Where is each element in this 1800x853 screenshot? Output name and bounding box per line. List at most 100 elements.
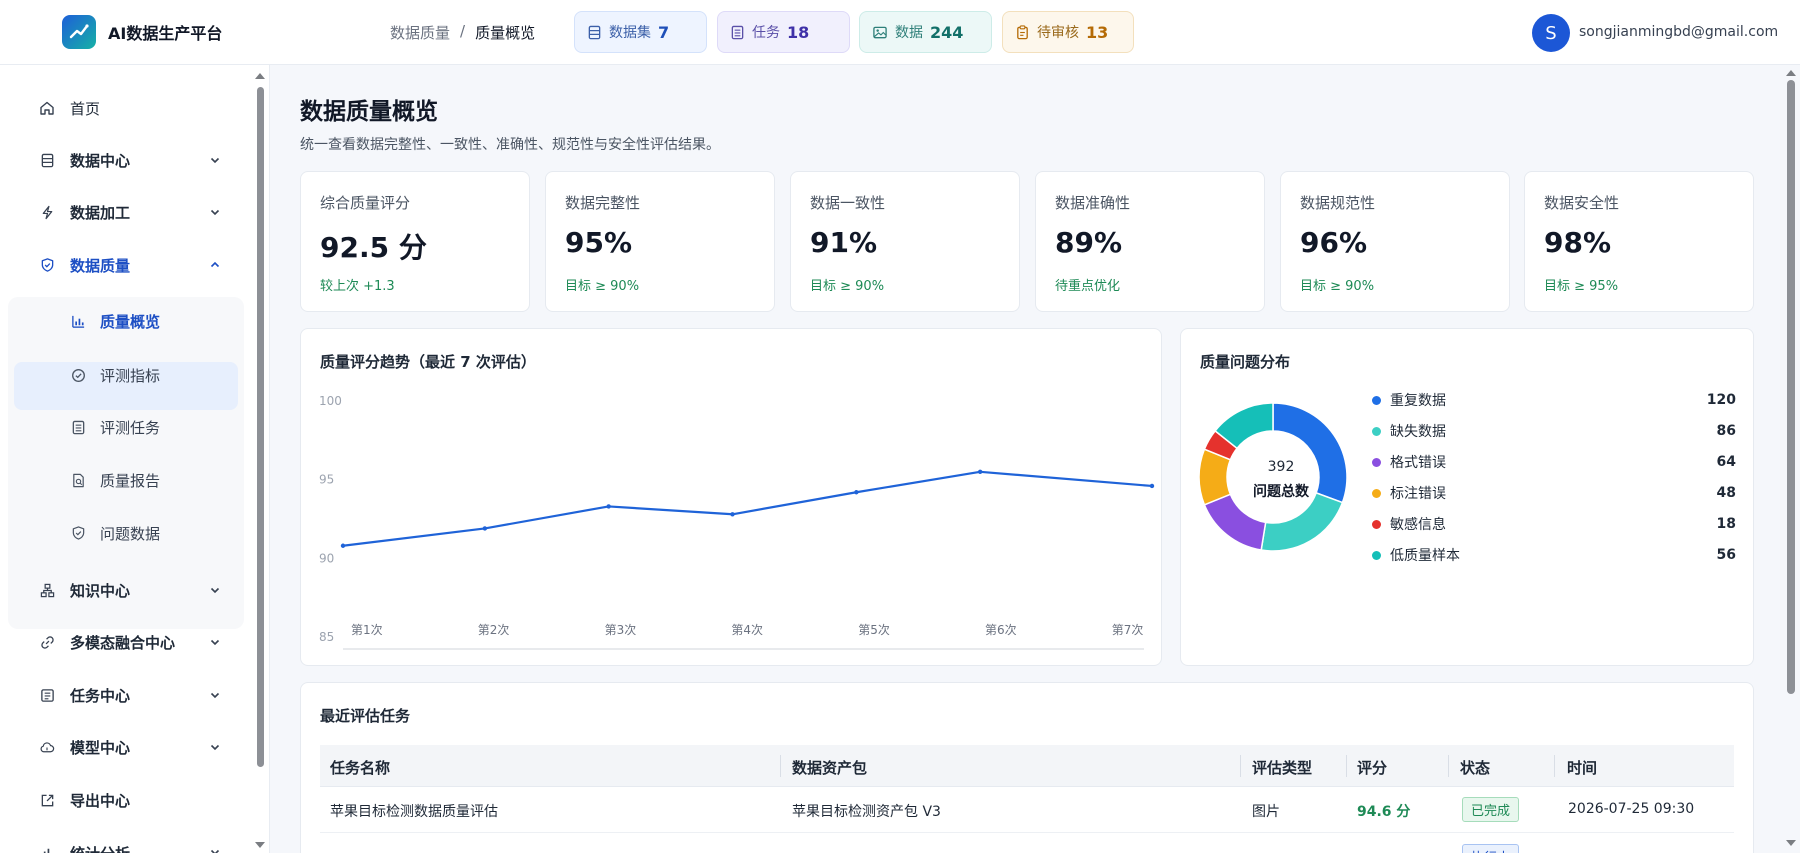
user-avatar[interactable]: S xyxy=(1532,14,1570,52)
cell-asset: 苹果目标检测资产包 V3 xyxy=(792,804,941,820)
trend-logo-icon xyxy=(69,24,89,39)
donut-slice[interactable] xyxy=(1260,491,1344,552)
legend-item-missing[interactable]: 缺失数据 86 xyxy=(1372,421,1736,441)
stat-pill-review[interactable]: 待审核 13 xyxy=(1002,11,1134,53)
x-tick-label: 第3次 xyxy=(605,623,637,637)
x-tick-label: 第1次 xyxy=(351,623,383,637)
legend-item-format[interactable]: 格式错误 64 xyxy=(1372,452,1736,472)
stat-pill-data[interactable]: 数据 244 xyxy=(859,11,992,53)
metric-card-security[interactable]: 数据安全性 98% 目标 ≥ 95% xyxy=(1524,171,1754,312)
sidebar-item-data-quality[interactable]: 数据质量 xyxy=(38,250,228,280)
legend-label: 敏感信息 xyxy=(1390,517,1446,533)
app-name: AI数据生产平台 xyxy=(108,24,223,43)
legend-label: 低质量样本 xyxy=(1390,548,1460,564)
sidebar-item-home[interactable]: 首页 xyxy=(38,93,228,123)
page-title: 数据质量概览 xyxy=(300,99,438,125)
image-icon xyxy=(873,26,887,38)
stat-value: 7 xyxy=(658,22,670,42)
breadcrumb-separator: / xyxy=(460,22,466,40)
sidebar-subitem-eval-tasks[interactable]: 评测任务 xyxy=(70,412,240,442)
legend-value: 56 xyxy=(1716,547,1736,563)
legend-item-sensitive[interactable]: 敏感信息 18 xyxy=(1372,514,1736,534)
metric-card-accuracy[interactable]: 数据准确性 89% 待重点优化 xyxy=(1035,171,1265,312)
column-header-asset[interactable]: 数据资产包 xyxy=(792,757,867,778)
column-header-time[interactable]: 时间 xyxy=(1567,757,1597,778)
cell-score: 94.6 分 xyxy=(1357,804,1411,820)
sidebar-item-data-processing[interactable]: 数据加工 xyxy=(38,197,228,227)
stats-icon xyxy=(43,848,49,853)
sidebar-item-export-center[interactable]: 导出中心 xyxy=(38,785,228,815)
sidebar-item-task-center[interactable]: 任务中心 xyxy=(38,680,228,710)
recent-tasks-title: 最近评估任务 xyxy=(320,707,411,725)
donut-total-value: 392 xyxy=(1267,459,1295,475)
legend-item-low-quality[interactable]: 低质量样本 56 xyxy=(1372,545,1736,565)
metric-label: 数据准确性 xyxy=(1055,194,1131,212)
trend-data-point[interactable] xyxy=(854,490,859,495)
page-subtitle: 统一查看数据完整性、一致性、准确性、规范性与安全性评估结果。 xyxy=(300,137,720,153)
sidebar-item-label: 数据加工 xyxy=(70,203,131,222)
table-row[interactable]: 执行中 xyxy=(320,834,1734,853)
legend-dot xyxy=(1372,426,1381,436)
sidebar-scrollbar[interactable] xyxy=(257,87,264,767)
stat-pill-tasks[interactable]: 任务 18 xyxy=(717,11,850,53)
chevron-down-icon xyxy=(210,849,220,853)
metric-card-overall[interactable]: 综合质量评分 92.5 分 较上次 +1.3 xyxy=(300,171,530,312)
app-logo[interactable] xyxy=(62,15,96,49)
trend-data-point[interactable] xyxy=(977,469,983,474)
trend-data-point[interactable] xyxy=(340,543,346,548)
sidebar-subitem-label: 评测指标 xyxy=(100,366,161,385)
metric-foot: 目标 ≥ 90% xyxy=(1300,279,1375,294)
sidebar-subitem-label: 质量报告 xyxy=(100,471,161,490)
sidebar-subitem-label: 评测任务 xyxy=(100,418,161,437)
stat-value: 13 xyxy=(1086,22,1109,42)
trend-data-point[interactable] xyxy=(1149,483,1155,489)
breadcrumb-parent[interactable]: 数据质量 xyxy=(390,22,450,43)
column-header-task-name[interactable]: 任务名称 xyxy=(330,757,390,778)
legend-item-label-error[interactable]: 标注错误 48 xyxy=(1372,483,1736,503)
sidebar-item-multimodal-center[interactable]: 多模态融合中心 xyxy=(38,627,228,657)
column-header-score[interactable]: 评分 xyxy=(1357,757,1387,778)
column-divider xyxy=(1448,755,1449,777)
sidebar-scroll-up-arrow[interactable] xyxy=(255,73,265,79)
sidebar-item-label: 导出中心 xyxy=(70,791,131,810)
chevron-down-icon xyxy=(210,639,220,646)
donut-slice[interactable] xyxy=(1203,493,1267,551)
sidebar-item-statistics[interactable]: 统计分析 xyxy=(38,835,228,853)
sidebar-subitem-metrics[interactable]: 评测指标 xyxy=(70,360,240,390)
sidebar-item-data-center[interactable]: 数据中心 xyxy=(38,145,228,175)
trend-data-point[interactable] xyxy=(730,512,735,517)
home-icon xyxy=(40,101,54,115)
user-email[interactable]: songjianmingbd@gmail.com xyxy=(1579,24,1778,40)
sidebar-subitem-quality-overview[interactable]: 质量概览 xyxy=(70,306,240,336)
legend-value: 120 xyxy=(1706,392,1736,408)
stat-label: 数据集 xyxy=(609,25,651,41)
main-scroll-up-arrow[interactable] xyxy=(1786,70,1796,76)
metric-value: 98% xyxy=(1544,226,1612,259)
metric-label: 数据完整性 xyxy=(565,194,641,212)
legend-label: 格式错误 xyxy=(1390,455,1446,471)
metric-label: 数据一致性 xyxy=(810,194,886,212)
sidebar-item-model-center[interactable]: 模型中心 xyxy=(38,732,228,762)
main-scroll-down-arrow[interactable] xyxy=(1786,840,1796,846)
main-scrollbar[interactable] xyxy=(1787,80,1795,694)
y-tick-label: 90 xyxy=(319,551,334,565)
metric-label: 数据安全性 xyxy=(1544,194,1620,212)
sidebar-subitem-quality-report[interactable]: 质量报告 xyxy=(70,465,240,495)
metric-card-completeness[interactable]: 数据完整性 95% 目标 ≥ 90% xyxy=(545,171,775,312)
trend-data-point[interactable] xyxy=(606,504,611,509)
sidebar-subitem-problem-data[interactable]: 问题数据 xyxy=(70,518,240,548)
table-row[interactable]: 苹果目标检测数据质量评估 苹果目标检测资产包 V3 图片 94.6 分 已完成 … xyxy=(320,787,1734,833)
column-header-status[interactable]: 状态 xyxy=(1460,757,1490,778)
y-tick-label: 85 xyxy=(319,630,334,644)
trend-data-point[interactable] xyxy=(482,526,488,531)
metric-value: 95% xyxy=(565,226,633,259)
sidebar-scroll-down-arrow[interactable] xyxy=(255,842,265,848)
stat-pill-datasets[interactable]: 数据集 7 xyxy=(574,11,707,53)
sidebar-item-knowledge-center[interactable]: 知识中心 xyxy=(38,575,228,605)
metric-card-consistency[interactable]: 数据一致性 91% 目标 ≥ 90% xyxy=(790,171,1020,312)
top-bar: AI数据生产平台 数据质量 / 质量概览 数据集 7 任务 18 数据 244 … xyxy=(0,0,1800,65)
column-header-eval-type[interactable]: 评估类型 xyxy=(1252,757,1312,778)
metric-card-standardization[interactable]: 数据规范性 96% 目标 ≥ 90% xyxy=(1280,171,1510,312)
legend-item-duplicate[interactable]: 重复数据 120 xyxy=(1372,390,1736,410)
y-tick-label: 100 xyxy=(319,394,342,408)
